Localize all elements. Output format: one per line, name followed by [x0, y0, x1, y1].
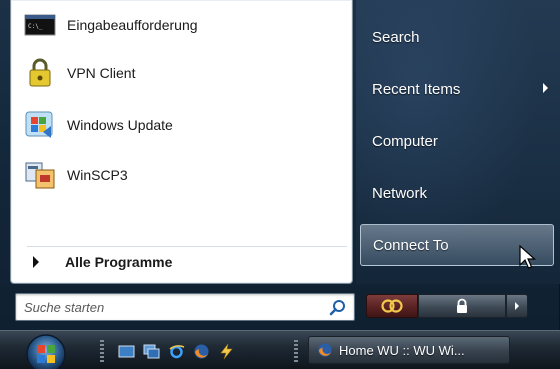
power-icon: [381, 299, 403, 313]
show-desktop-icon[interactable]: [118, 343, 135, 360]
lock-icon: [457, 298, 467, 313]
command-prompt-icon: C:\_: [24, 14, 56, 36]
search-input[interactable]: [16, 294, 321, 320]
mouse-cursor-icon: [519, 245, 537, 269]
start-orb-button[interactable]: [20, 330, 72, 369]
place-item-network[interactable]: Network: [360, 172, 554, 214]
search-icon[interactable]: [328, 298, 348, 318]
vpn-lock-icon: [29, 58, 51, 87]
program-label: Windows Update: [67, 117, 173, 133]
place-label: Connect To: [373, 236, 449, 254]
toolbar-grip[interactable]: [294, 340, 298, 362]
chevron-right-icon: [515, 302, 519, 310]
start-menu: C:\_ Eingabeaufforderung VPN Client Wind…: [0, 0, 560, 330]
quick-launch-toolbar: [118, 341, 235, 361]
windows-update-icon: [25, 111, 53, 138]
place-label: Search: [372, 28, 420, 46]
program-label: Eingabeaufforderung: [67, 17, 198, 33]
power-button[interactable]: [366, 294, 418, 318]
winscp-icon: [25, 162, 55, 189]
place-label: Recent Items: [372, 80, 461, 98]
place-item-computer[interactable]: Computer: [360, 120, 554, 162]
shutdown-options-button[interactable]: [506, 294, 528, 318]
program-label: VPN Client: [67, 65, 136, 81]
place-label: Computer: [372, 132, 438, 150]
lightning-icon[interactable]: [218, 343, 235, 360]
program-label: WinSCP3: [67, 167, 128, 183]
places-panel: Search Recent Items Computer Network Con…: [356, 0, 560, 284]
programs-panel: C:\_ Eingabeaufforderung VPN Client Wind…: [10, 0, 353, 284]
submenu-arrow-icon: [543, 83, 548, 93]
all-programs-label: Alle Programme: [65, 253, 173, 270]
program-item-eingabeaufforderung[interactable]: C:\_ Eingabeaufforderung: [23, 2, 343, 48]
firefox-icon: [318, 343, 332, 357]
program-item-windows-update[interactable]: Windows Update: [23, 102, 343, 148]
switch-windows-icon[interactable]: [143, 343, 160, 360]
toolbar-grip[interactable]: [100, 340, 104, 362]
svg-text:C:\_: C:\_: [28, 23, 43, 30]
lock-button[interactable]: [418, 294, 506, 318]
firefox-icon[interactable]: [193, 343, 210, 360]
internet-explorer-icon[interactable]: [168, 343, 185, 360]
search-field[interactable]: [15, 293, 355, 321]
taskbar-button-firefox-window[interactable]: Home WU :: WU Wi...: [308, 336, 510, 364]
place-label: Network: [372, 184, 428, 202]
taskbar-button-label: Home WU :: WU Wi...: [339, 342, 465, 358]
program-item-vpn-client[interactable]: VPN Client: [23, 50, 343, 96]
place-item-search[interactable]: Search: [360, 16, 554, 58]
chevron-right-icon: [33, 255, 39, 268]
place-item-recent-items[interactable]: Recent Items: [360, 68, 554, 110]
program-item-winscp3[interactable]: WinSCP3: [23, 152, 343, 198]
all-programs-button[interactable]: Alle Programme: [27, 246, 347, 276]
